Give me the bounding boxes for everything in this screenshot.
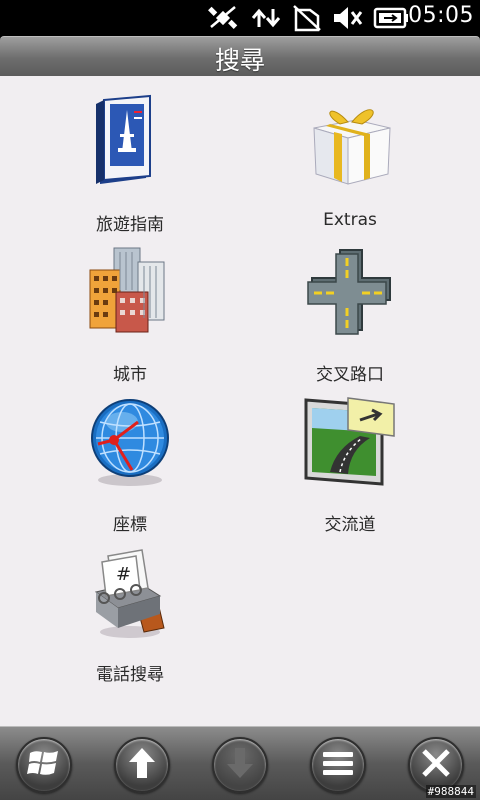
- bottom-toolbar: #988844: [0, 726, 480, 800]
- no-sim-icon[interactable]: [290, 4, 324, 32]
- svg-text:#: #: [116, 564, 131, 585]
- status-bar: 05:05: [0, 0, 480, 36]
- tile-travel-guide[interactable]: 旅遊指南: [30, 92, 230, 235]
- travel-guide-book-icon: [80, 92, 180, 192]
- intersection-icon: [300, 242, 400, 342]
- down-arrow-button[interactable]: [212, 737, 268, 793]
- tile-intersection[interactable]: 交叉路口: [250, 242, 450, 385]
- search-menu-grid: 旅遊指南 Extras 城市 交叉路口 座標 交流道 # 電話搜尋: [0, 76, 480, 726]
- tile-city[interactable]: 城市: [30, 242, 230, 385]
- tile-label: 旅遊指南: [96, 215, 164, 235]
- city-buildings-icon: [80, 242, 180, 342]
- battery-charging-icon[interactable]: [372, 4, 410, 32]
- tile-label: 交叉路口: [316, 365, 384, 385]
- volume-mute-icon[interactable]: [330, 4, 364, 32]
- tile-phone-search[interactable]: # 電話搜尋: [30, 542, 230, 685]
- highway-exit-icon: [300, 392, 400, 492]
- watermark: #988844: [425, 785, 476, 798]
- satellite-off-icon[interactable]: [206, 4, 240, 32]
- windows-start-button[interactable]: [16, 737, 72, 793]
- tile-label: 電話搜尋: [96, 665, 164, 685]
- gift-box-icon: [300, 92, 400, 192]
- up-arrow-button[interactable]: [114, 737, 170, 793]
- tile-label: Extras: [323, 210, 377, 230]
- sync-icon[interactable]: [248, 4, 284, 32]
- tile-extras[interactable]: Extras: [250, 92, 450, 232]
- rolodex-icon: #: [80, 542, 180, 642]
- tile-highway-exit[interactable]: 交流道: [250, 392, 450, 535]
- menu-lines-icon: [321, 749, 355, 781]
- windows-logo-icon: [27, 748, 61, 782]
- globe-coordinates-icon: [80, 392, 180, 492]
- tile-label: 城市: [113, 365, 147, 385]
- tile-coordinates[interactable]: 座標: [30, 392, 230, 535]
- down-arrow-icon: [225, 746, 255, 784]
- tile-label: 交流道: [324, 515, 376, 535]
- close-icon: [420, 747, 452, 783]
- status-time: 05:05: [408, 3, 474, 28]
- title-bar: 搜尋: [0, 36, 480, 76]
- up-arrow-icon: [127, 746, 157, 784]
- menu-button[interactable]: [310, 737, 366, 793]
- tile-label: 座標: [113, 515, 147, 535]
- page-title: 搜尋: [214, 46, 265, 75]
